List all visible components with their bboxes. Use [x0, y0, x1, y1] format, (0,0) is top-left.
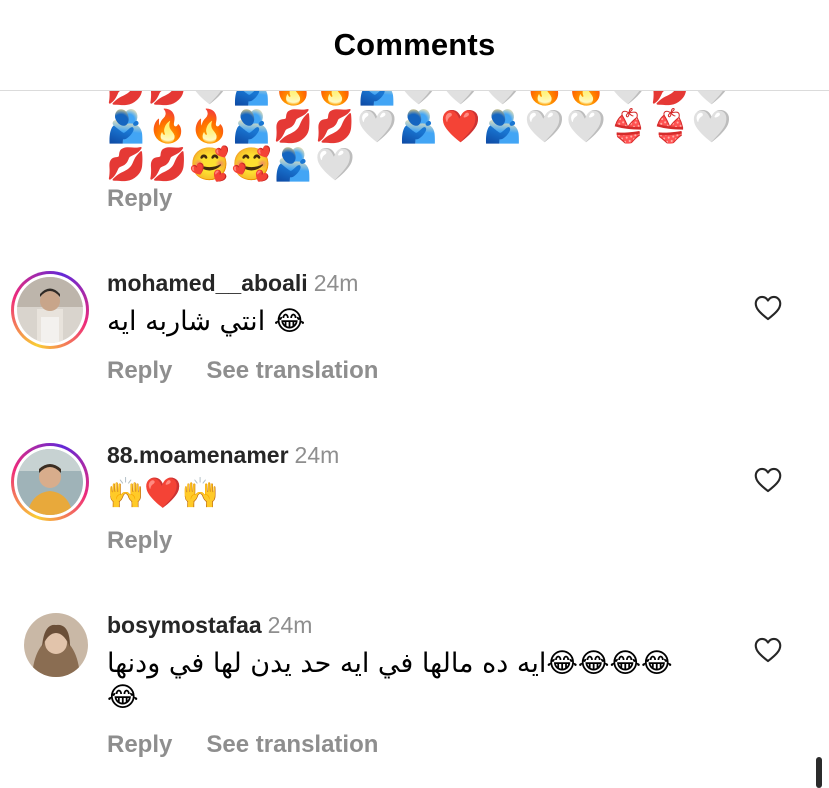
reply-button[interactable]: Reply	[107, 185, 172, 213]
username[interactable]: bosymostafaa	[107, 612, 262, 638]
heart-outline-icon[interactable]	[754, 295, 782, 321]
comments-header: Comments	[0, 0, 829, 91]
comment-actions: Reply See translation	[107, 357, 378, 385]
avatar[interactable]	[11, 443, 89, 521]
avatar[interactable]	[24, 613, 88, 677]
comment-meta: mohamed__aboali 24m	[107, 270, 358, 297]
username[interactable]: 88.moamenamer	[107, 442, 289, 468]
previous-comment-actions: Reply	[107, 185, 172, 213]
scrollbar-thumb[interactable]	[816, 757, 822, 788]
timestamp: 24m	[267, 612, 313, 638]
emoji-row: 💋💋🥰🥰🫂🤍	[106, 145, 358, 183]
comment-text-continued: 😂	[107, 682, 139, 713]
avatar[interactable]	[11, 271, 89, 349]
page-title: Comments	[333, 27, 496, 62]
emoji-row: 💋💋🤍🫂🔥🔥🫂🤍🤍🤍🔥🔥🤍💋🤍	[106, 91, 732, 107]
heart-outline-icon[interactable]	[754, 637, 782, 663]
comment-meta: 88.moamenamer 24m	[107, 442, 339, 469]
user-photo	[17, 449, 83, 515]
see-translation-button[interactable]: See translation	[206, 357, 378, 385]
comment-text: ايه ده مالها في ايه حد يدن لها في ودنها😂…	[107, 648, 673, 679]
comment-actions: Reply See translation	[107, 731, 378, 759]
timestamp: 24m	[294, 442, 340, 468]
comment-text: 🙌❤️🙌	[107, 476, 220, 511]
reply-button[interactable]: Reply	[107, 527, 172, 555]
username[interactable]: mohamed__aboali	[107, 270, 308, 296]
see-translation-button[interactable]: See translation	[206, 731, 378, 759]
reply-button[interactable]: Reply	[107, 357, 172, 385]
emoji-row: 🫂🔥🔥🫂💋💋🤍🫂❤️🫂🤍🤍👙👙🤍	[106, 107, 734, 145]
timestamp: 24m	[313, 270, 359, 296]
comment-meta: bosymostafaa 24m	[107, 612, 312, 639]
comment-actions: Reply	[107, 527, 172, 555]
reply-button[interactable]: Reply	[107, 731, 172, 759]
comment-text: انتي شاربه ايه 😂	[107, 306, 306, 337]
user-photo	[17, 277, 83, 343]
previous-comment-text: 💋💋🤍🫂🔥🔥🫂🤍🤍🤍🔥🔥🤍💋🤍 🫂🔥🔥🫂💋💋🤍🫂❤️🫂🤍🤍👙👙🤍 💋💋🥰🥰🫂🤍	[106, 91, 734, 183]
user-photo	[24, 613, 88, 677]
comments-feed[interactable]: 💋💋🤍🫂🔥🔥🫂🤍🤍🤍🔥🔥🤍💋🤍 🫂🔥🔥🫂💋💋🤍🫂❤️🫂🤍🤍👙👙🤍 💋💋🥰🥰🫂🤍 …	[0, 91, 829, 788]
heart-outline-icon[interactable]	[754, 467, 782, 493]
